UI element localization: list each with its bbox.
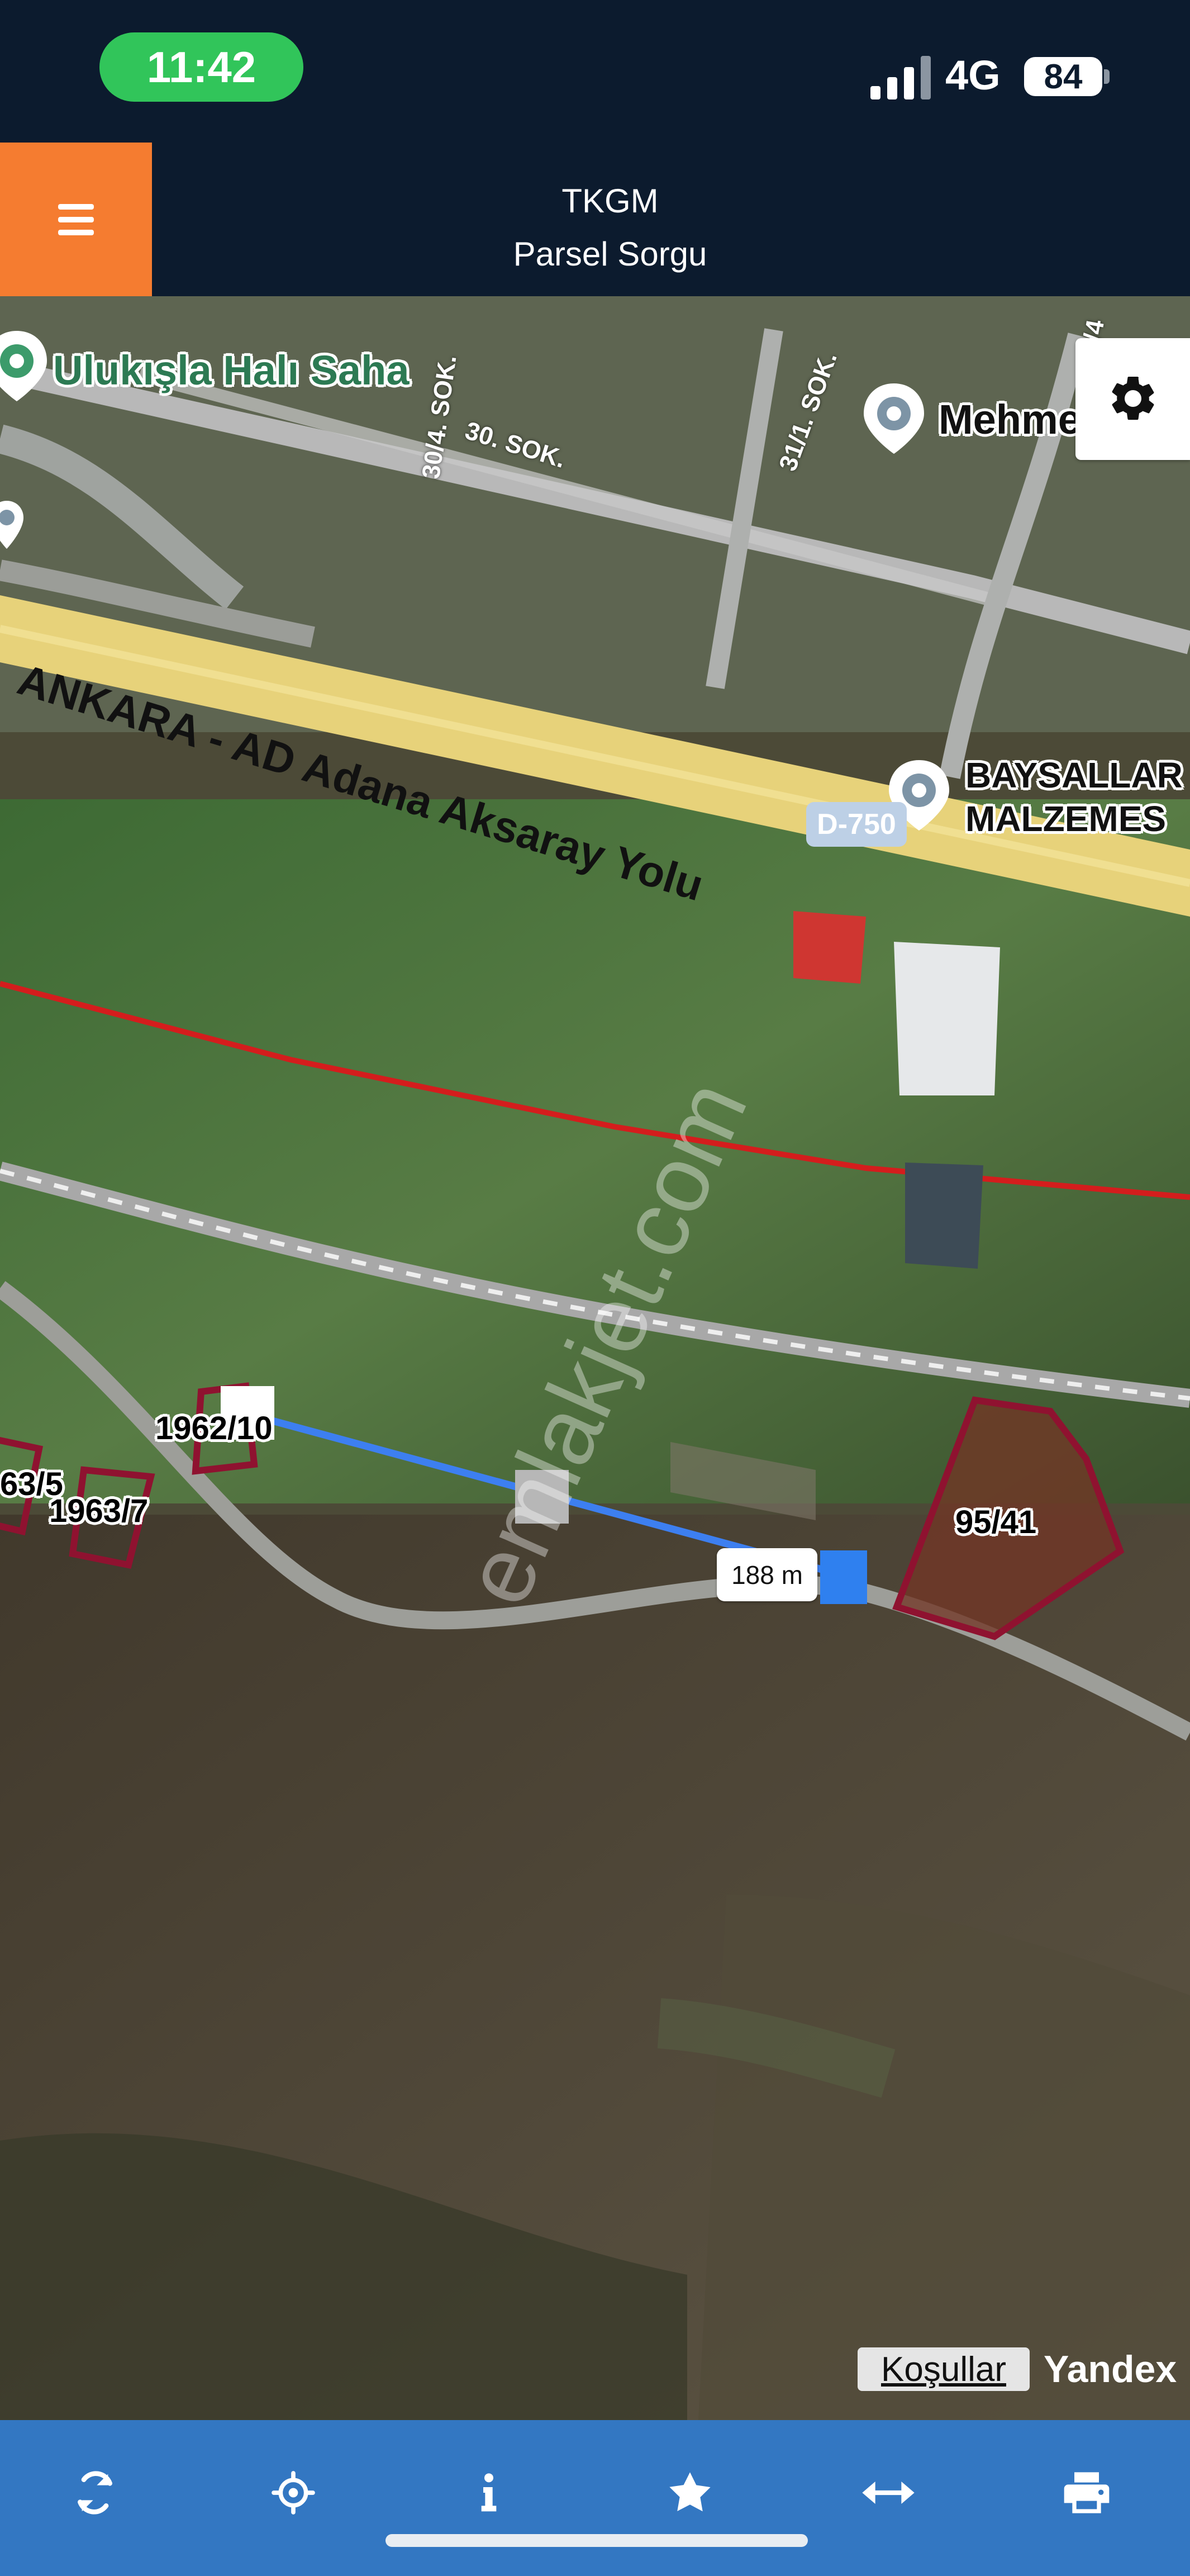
app-subtitle: Parsel Sorgu xyxy=(513,235,707,273)
info-icon xyxy=(481,2473,497,2512)
poi-label-baysallar[interactable]: BAYSALLAR MALZEMES xyxy=(965,753,1183,841)
settings-button[interactable] xyxy=(1075,338,1190,460)
refresh-button[interactable] xyxy=(56,2451,134,2535)
app-title: TKGM xyxy=(561,182,659,220)
measurement-distance-label: 188 m xyxy=(717,1548,817,1601)
map-pin-icon[interactable] xyxy=(860,380,927,458)
info-button[interactable] xyxy=(450,2451,528,2535)
location-icon xyxy=(272,2471,315,2515)
refresh-icon xyxy=(78,2471,113,2515)
locate-button[interactable] xyxy=(254,2451,332,2535)
status-bar: 11:42 4G 84 xyxy=(0,0,1190,143)
signal-strength-icon xyxy=(870,56,931,99)
road-number-badge: D-750 xyxy=(806,802,907,847)
hamburger-menu-icon xyxy=(58,203,94,235)
parcel-label-1963-7[interactable]: 1963/7 xyxy=(49,1492,148,1530)
parcel-label-95-41[interactable]: 95/41 xyxy=(955,1503,1036,1541)
battery-cap xyxy=(1104,69,1110,84)
map-brand-logo: Yandex xyxy=(1044,2348,1177,2390)
poi-label-ulukisla-hali-saha[interactable]: Ulukışla Halı Saha xyxy=(53,347,410,394)
map-view[interactable]: Ulukışla Halı Saha Mehme BAYSALLAR MALZE… xyxy=(0,296,1190,2420)
parcel-label-1962-10[interactable]: 1962/10 xyxy=(155,1410,273,1447)
star-icon xyxy=(669,2472,711,2512)
parcel-label-63-5[interactable]: 63/5 xyxy=(0,1465,63,1503)
print-button[interactable] xyxy=(1048,2451,1126,2535)
network-label: 4G xyxy=(945,52,1001,98)
gear-icon xyxy=(1112,376,1154,420)
battery-level: 84 xyxy=(1024,57,1102,96)
menu-button[interactable] xyxy=(0,143,152,296)
terms-link[interactable]: Koşullar xyxy=(858,2347,1030,2391)
measure-icon xyxy=(862,2482,915,2504)
poi-label-mehme[interactable]: Mehme xyxy=(939,396,1081,443)
favorite-button[interactable] xyxy=(651,2451,729,2535)
map-pin-icon[interactable] xyxy=(0,328,50,406)
print-icon xyxy=(1064,2472,1110,2513)
map-pin-icon[interactable] xyxy=(0,497,23,570)
bottom-toolbar xyxy=(0,2420,1190,2576)
home-indicator[interactable] xyxy=(385,2534,808,2547)
time-display: 11:42 xyxy=(99,32,303,102)
measure-button[interactable] xyxy=(849,2451,927,2535)
